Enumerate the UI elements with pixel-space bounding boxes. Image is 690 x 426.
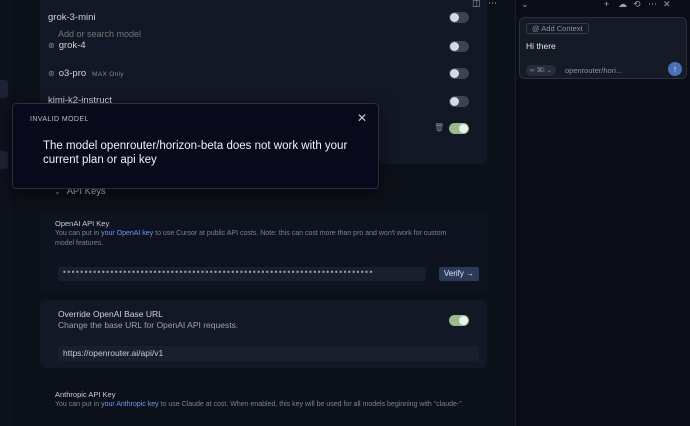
close-icon[interactable]: ✕ [663,0,671,10]
more-icon[interactable]: ⋯ [648,0,657,10]
model-toggle[interactable] [449,68,469,79]
override-url-description: Change the base URL for OpenAI API reque… [58,320,239,330]
brain-icon: ⊛ [48,69,55,78]
close-icon[interactable]: ✕ [357,111,367,125]
model-name: grok-4 [58,40,86,51]
anthropic-key-label: Anthropic API Key [55,390,116,399]
override-url-title: Override OpenAI Base URL [58,309,163,319]
model-row: ⊛ o3-pro MAX Only [48,68,124,79]
add-context-label: Add Context [541,24,583,33]
model-name: grok-3-mini [48,12,96,23]
brain-icon: ⊛ [48,41,55,50]
trash-icon[interactable]: 🗑 [434,123,444,132]
more-icon[interactable]: ⋯ [488,0,497,9]
openai-key-link[interactable]: your OpenAI key [101,230,153,237]
cloud-icon[interactable]: ☁ [618,0,627,10]
model-search-input[interactable] [58,27,478,41]
desc-text: You can put in [55,401,102,408]
chevron-down-icon[interactable]: ⌄ [521,0,529,10]
verify-button[interactable]: Verify → [439,267,479,281]
model-selector[interactable]: openrouter/hori... [565,66,622,75]
invalid-model-dialog: INVALID MODEL ✕ The model openrouter/hor… [12,103,379,189]
chat-input-box[interactable]: @ Add Context Hi there ∞ ⌘I ⌄ openrouter… [519,17,687,79]
anthropic-key-link[interactable]: your Anthropic key [101,401,159,408]
mode-selector[interactable]: ∞ ⌘I ⌄ [526,65,556,76]
chat-panel: ⌄ + ☁ ⟲ ⋯ ✕ @ Add Context Hi there ∞ ⌘I … [515,0,690,426]
split-editor-icon[interactable]: ◫ [472,0,481,9]
openai-key-label: OpenAI API Key [55,219,110,228]
openai-key-description: You can put in your OpenAI key to use Cu… [55,229,465,249]
activity-indicator[interactable] [0,151,8,169]
at-icon: @ [532,24,540,33]
desc-text: You can put in [55,230,102,237]
model-toggle[interactable] [449,12,469,23]
add-context-button[interactable]: @ Add Context [526,23,589,34]
model-name: o3-pro [58,68,87,79]
override-url-toggle[interactable] [449,315,469,326]
model-toggle[interactable] [449,41,469,52]
dialog-title: INVALID MODEL [30,116,89,123]
chat-input-text[interactable]: Hi there [526,41,556,51]
settings-main: grok-3-mini ⊛grok-4 ⊛o3-proMAX Only kimi… [10,0,515,426]
anthropic-key-description: You can put in your Anthropic key to use… [55,400,465,410]
model-row: ⊛ grok-4 [48,40,86,51]
dialog-message: The model openrouter/horizon-beta does n… [43,140,348,166]
plus-icon[interactable]: + [604,0,609,9]
model-toggle[interactable] [449,123,469,134]
model-row: grok-3-mini [48,12,96,23]
arrow-up-icon[interactable]: ↑ [668,62,682,76]
activity-strip [0,0,10,426]
openai-key-input[interactable]: ••••••••••••••••••••••••••••••••••••••••… [58,267,426,281]
max-only-badge: MAX Only [92,71,124,78]
base-url-input[interactable]: https://openrouter.ai/api/v1 [58,346,479,361]
history-icon[interactable]: ⟲ [633,0,641,10]
activity-indicator[interactable] [0,80,8,98]
model-toggle[interactable] [449,96,469,107]
desc-text: to use Claude at cost. When enabled, thi… [158,401,464,408]
